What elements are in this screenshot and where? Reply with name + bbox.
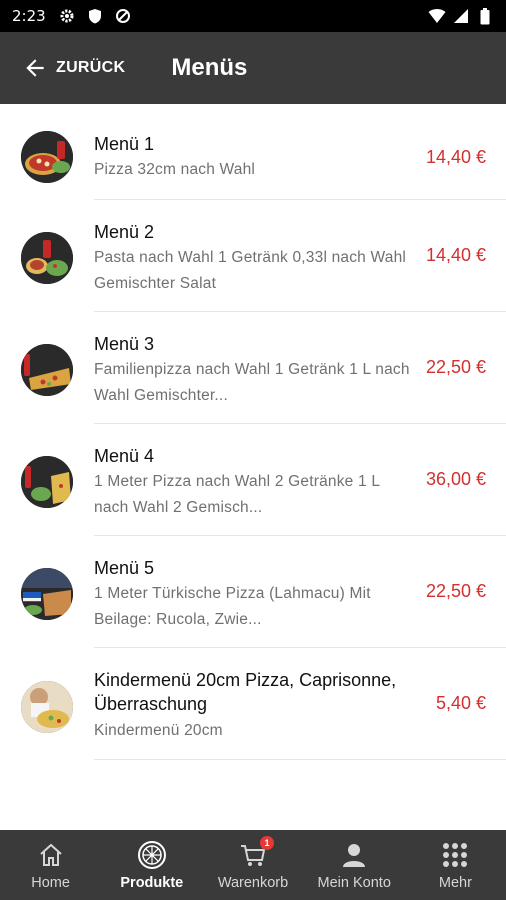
menu-title: Kindermenü 20cm Pizza, Caprisonne, Überr… <box>94 670 397 714</box>
nav-account-label: Mein Konto <box>317 875 391 891</box>
cart-icon: 1 <box>238 836 274 870</box>
nav-cart[interactable]: 1 Warenkorb <box>202 830 303 900</box>
menu-thumbnail <box>21 456 73 508</box>
menu-description: 1 Meter Pizza nach Wahl 2 Getränke 1 L n… <box>94 473 380 516</box>
nav-home[interactable]: Home <box>0 830 101 900</box>
menu-thumbnail <box>21 681 73 733</box>
menu-thumbnail <box>21 344 73 396</box>
menu-title: Menü 2 <box>94 222 155 242</box>
menu-price: 22,50 € <box>425 581 486 601</box>
wifi-icon <box>428 7 446 25</box>
menu-title: Menü 1 <box>94 134 155 154</box>
menu-list: Menü 1 Pizza 32cm nach Wahl 14,40 € Menü… <box>0 104 506 830</box>
list-item[interactable]: Menü 5 1 Meter Türkische Pizza (Lahmacu)… <box>0 536 506 648</box>
nav-products-label: Produkte <box>120 875 184 891</box>
menu-price: 22,50 € <box>425 357 486 377</box>
nav-more-label: Mehr <box>438 875 472 891</box>
home-icon <box>36 840 66 870</box>
back-label: ZURÜCK <box>56 59 126 76</box>
list-item[interactable]: Menü 3 Familienpizza nach Wahl 1 Getränk… <box>0 312 506 424</box>
list-item[interactable]: Menü 4 1 Meter Pizza nach Wahl 2 Getränk… <box>0 424 506 536</box>
list-item[interactable]: Kindermenü 20cm Pizza, Caprisonne, Überr… <box>0 648 506 760</box>
menu-price: 36,00 € <box>425 469 486 489</box>
menu-price: 14,40 € <box>425 147 486 167</box>
menu-title: Menü 3 <box>94 334 155 354</box>
bottom-navigation: Home Produkte 1 Warenkorb Mein Konto Meh… <box>0 830 506 900</box>
nav-products[interactable]: Produkte <box>101 830 202 900</box>
arrow-left-icon <box>26 59 44 77</box>
menu-title: Menü 4 <box>94 446 155 466</box>
grid-icon <box>440 840 470 870</box>
page-title: Menüs <box>171 54 248 81</box>
menu-price: 14,40 € <box>425 245 486 265</box>
list-item[interactable]: Menü 2 Pasta nach Wahl 1 Getränk 0,33l n… <box>0 200 506 312</box>
menu-thumbnail <box>21 232 73 284</box>
menu-description: Pasta nach Wahl 1 Getränk 0,33l nach Wah… <box>94 249 407 292</box>
menu-price: 5,40 € <box>435 693 486 713</box>
status-time: 2:23 <box>12 7 46 25</box>
person-icon <box>339 840 369 870</box>
settings-gear-icon <box>58 7 76 25</box>
menu-title: Menü 5 <box>94 558 155 578</box>
menu-thumbnail <box>21 131 73 183</box>
battery-icon <box>476 7 494 25</box>
data-saver-icon <box>114 7 132 25</box>
nav-account[interactable]: Mein Konto <box>304 830 405 900</box>
menu-description: 1 Meter Türkische Pizza (Lahmacu) Mit Be… <box>94 585 371 628</box>
shield-icon <box>86 7 104 25</box>
divider <box>94 759 506 760</box>
back-button[interactable]: ZURÜCK <box>22 55 125 81</box>
nav-home-label: Home <box>31 875 70 891</box>
pizza-icon <box>137 840 167 870</box>
app-bar: ZURÜCK Menüs <box>0 32 506 104</box>
nav-cart-label: Warenkorb <box>217 875 289 891</box>
menu-description: Familienpizza nach Wahl 1 Getränk 1 L na… <box>94 361 410 404</box>
cart-badge: 1 <box>260 836 274 850</box>
status-bar: 2:23 <box>0 0 506 32</box>
list-item[interactable]: Menü 1 Pizza 32cm nach Wahl 14,40 € <box>0 104 506 200</box>
signal-icon <box>452 7 470 25</box>
menu-description: Kindermenü 20cm <box>94 722 223 739</box>
menu-thumbnail <box>21 568 73 620</box>
menu-description: Pizza 32cm nach Wahl <box>94 161 256 178</box>
nav-more[interactable]: Mehr <box>405 830 506 900</box>
